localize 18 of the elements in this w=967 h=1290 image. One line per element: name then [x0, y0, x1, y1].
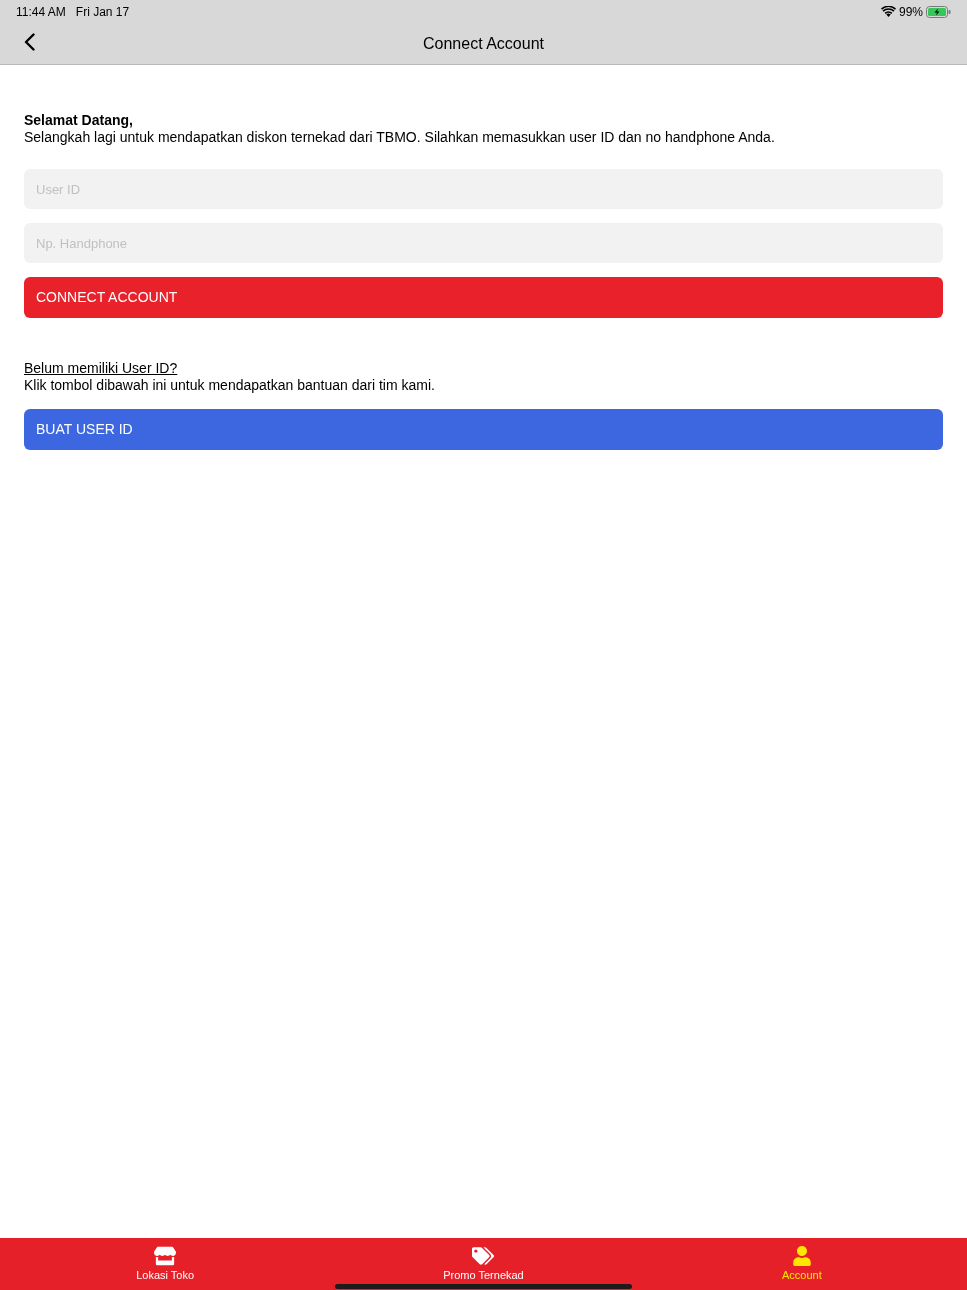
tab-bar-item[interactable]: Account	[642, 1238, 961, 1290]
connect-account-button[interactable]: CONNECT ACCOUNT	[24, 277, 943, 318]
create-user-id-button[interactable]: BUAT USER ID	[24, 409, 943, 450]
store-icon	[154, 1246, 177, 1266]
status-time: 11:44 AM	[16, 3, 66, 21]
signup-link[interactable]: Belum memiliki User ID?	[24, 360, 178, 377]
person-icon	[790, 1246, 813, 1266]
tab-bar-item[interactable]: Promo Ternekad	[324, 1238, 643, 1290]
chevron-left-icon	[23, 33, 35, 51]
welcome-heading: Selamat Datang,	[24, 112, 134, 129]
tags-icon	[472, 1246, 495, 1266]
signup-text: Klik tombol dibawah ini untuk mendapatkan bantuan dari tim kami.	[24, 377, 436, 394]
welcome-text: Selangkah lagi untuk mendapatkan diskon ternekad dari TBMO. Silahkan memasukkan user ID dan no handphone Anda.	[24, 129, 776, 146]
status-date: Fri Jan 17	[75, 3, 130, 21]
battery-percentage: 99%	[898, 3, 923, 21]
wifi-icon	[880, 6, 896, 17]
nav-title: Connect Account	[423, 33, 544, 54]
tab-bar-item[interactable]: Lokasi Toko	[6, 1238, 325, 1290]
